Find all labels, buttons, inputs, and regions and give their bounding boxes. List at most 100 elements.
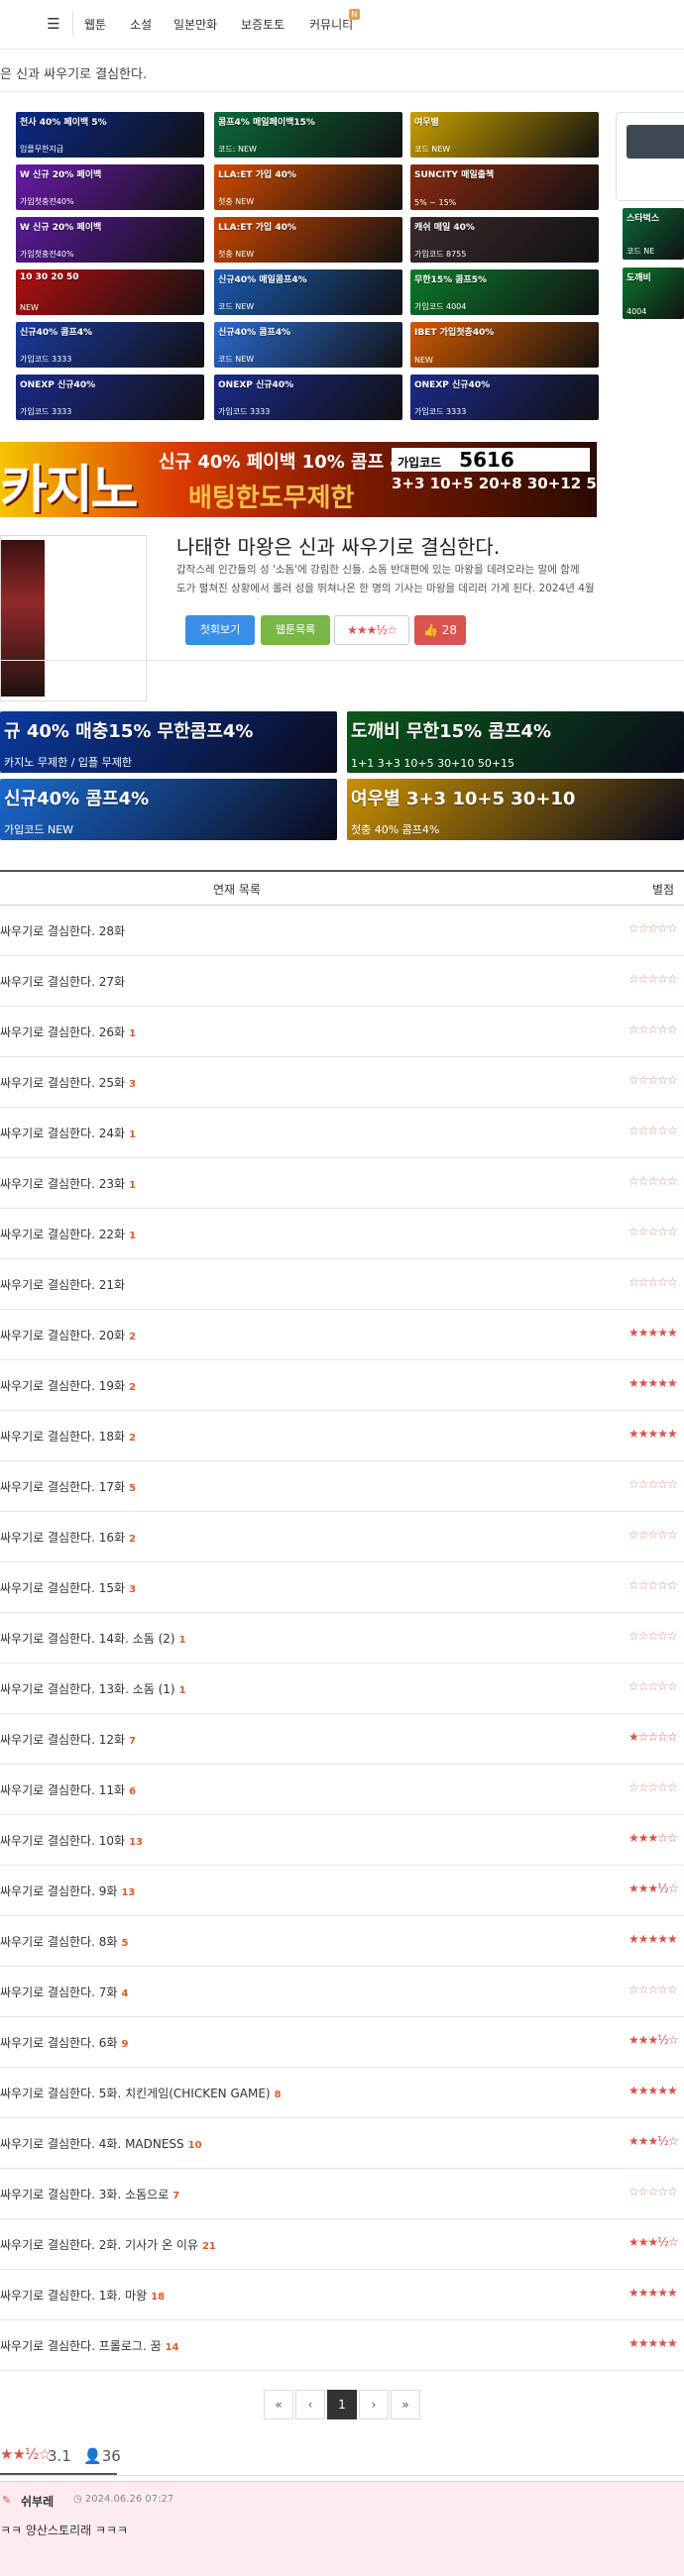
mid-promo-banner[interactable]: 규 40% 매충15% 무한콤프4% 카지노 무제한 / 입플 무제한: [0, 711, 337, 773]
nav-item-manga[interactable]: 일본만화: [173, 0, 217, 50]
promo-banner[interactable]: IBET 가입첫충40% NEW: [410, 322, 599, 368]
episode-row[interactable]: 싸우기로 결심한다. 3화. 소돔으로 7 ☆☆☆☆☆: [0, 2169, 684, 2219]
episode-title[interactable]: 싸우기로 결심한다. 20화 2: [0, 1327, 136, 1343]
promo-banner[interactable]: W 신규 20% 페이백 가입첫충전40%: [16, 164, 204, 210]
promo-banner[interactable]: 천사 40% 페이백 5% 입플무한지급: [16, 112, 204, 158]
promo-banner[interactable]: 여우별 코드 NEW: [410, 112, 599, 158]
episode-title[interactable]: 싸우기로 결심한다. 25화 3: [0, 1074, 136, 1091]
episode-row[interactable]: 싸우기로 결심한다. 25화 3 ☆☆☆☆☆: [0, 1057, 684, 1108]
mid-promo-banner[interactable]: 신규40% 콤프4% 가입코드 NEW: [0, 779, 337, 840]
promo-banner[interactable]: 캐쉬 매일 40% 가입코드 8755: [410, 217, 599, 263]
promo-banner[interactable]: 신규40% 매일콤프4% 코드 NEW: [214, 269, 402, 315]
episode-row[interactable]: 싸우기로 결심한다. 9화 13 ★★★½☆: [0, 1866, 684, 1916]
current-page[interactable]: 1: [327, 2390, 357, 2419]
episode-title[interactable]: 싸우기로 결심한다. 28화: [0, 922, 129, 939]
promo-banner[interactable]: W 신규 20% 페이백 가입첫충전40%: [16, 217, 204, 263]
side-promo-banner[interactable]: 도깨비 4004: [623, 268, 684, 319]
episode-row[interactable]: 싸우기로 결심한다. 7화 4 ☆☆☆☆☆: [0, 1967, 684, 2017]
episode-title[interactable]: 싸우기로 결심한다. 19화 2: [0, 1377, 136, 1394]
episode-title[interactable]: 싸우기로 결심한다. 2화. 기사가 온 이유 21: [0, 2236, 216, 2253]
last-page-button[interactable]: »: [391, 2390, 420, 2419]
webtoon-list-button[interactable]: 웹툰목록: [261, 615, 330, 645]
promo-banner[interactable]: ONEXP 신규40% 가입코드 3333: [410, 375, 599, 420]
promo-banner[interactable]: 신규40% 콤프4% 코드 NEW: [214, 322, 402, 368]
webtoon-cover[interactable]: [0, 535, 147, 701]
episode-title[interactable]: 싸우기로 결심한다. 22화 1: [0, 1226, 136, 1242]
episode-title[interactable]: 싸우기로 결심한다. 16화 2: [0, 1529, 136, 1546]
first-episode-button[interactable]: 첫회보기: [185, 615, 255, 645]
episode-row[interactable]: 싸우기로 결심한다. 24화 1 ☆☆☆☆☆: [0, 1108, 684, 1158]
episode-row[interactable]: 싸우기로 결심한다. 6화 9 ★★★½☆: [0, 2017, 684, 2068]
episode-row[interactable]: 싸우기로 결심한다. 14화. 소돔 (2) 1 ☆☆☆☆☆: [0, 1613, 684, 1664]
promo-banner[interactable]: LLA:ET 가입 40% 첫충 NEW: [214, 164, 402, 210]
like-button[interactable]: 👍 28: [414, 615, 466, 645]
side-promo-banner[interactable]: 스타벅스 코드 NE: [623, 208, 684, 260]
episode-title[interactable]: 싸우기로 결심한다. 14화. 소돔 (2) 1: [0, 1630, 186, 1647]
episode-row[interactable]: 싸우기로 결심한다. 23화 1 ☆☆☆☆☆: [0, 1158, 684, 1209]
episode-row[interactable]: 싸우기로 결심한다. 15화 3 ☆☆☆☆☆: [0, 1562, 684, 1613]
episode-title[interactable]: 싸우기로 결심한다. 9화 13: [0, 1882, 135, 1899]
big-promo-banner[interactable]: 카지노 신규 40% 페이백 10% 콤프 4% 배팅한도무제한 가입코드 561…: [0, 442, 597, 517]
nav-item-webtoon[interactable]: 웹툰: [84, 0, 106, 50]
rating-stars[interactable]: ★★★½☆: [334, 615, 409, 645]
promo-banner[interactable]: ONEXP 신규40% 가입코드 3333: [214, 375, 402, 420]
episode-row[interactable]: 싸우기로 결심한다. 2화. 기사가 온 이유 21 ★★★½☆: [0, 2219, 684, 2270]
nav-item-community[interactable]: 커뮤니티: [309, 0, 353, 50]
episode-row[interactable]: 싸우기로 결심한다. 10화 13 ★★★☆☆: [0, 1815, 684, 1866]
episode-row[interactable]: 싸우기로 결심한다. 26화 1 ☆☆☆☆☆: [0, 1007, 684, 1057]
episode-title[interactable]: 싸우기로 결심한다. 프롤로그. 꿈 14: [0, 2337, 179, 2354]
episode-row[interactable]: 싸우기로 결심한다. 1화. 마왕 18 ★★★★★: [0, 2270, 684, 2320]
episode-row[interactable]: 싸우기로 결심한다. 5화. 치킨게임(CHICKEN GAME) 8 ★★★★★: [0, 2068, 684, 2118]
promo-banner[interactable]: 콤프4% 매일페이백15% 코드: NEW: [214, 112, 402, 158]
episode-title[interactable]: 싸우기로 결심한다. 8화 5: [0, 1933, 128, 1950]
episode-title[interactable]: 싸우기로 결심한다. 1화. 마왕 18: [0, 2287, 165, 2304]
episode-title[interactable]: 싸우기로 결심한다. 27화: [0, 973, 129, 990]
episode-row[interactable]: 싸우기로 결심한다. 28화 ☆☆☆☆☆: [0, 906, 684, 956]
episode-row[interactable]: 싸우기로 결심한다. 19화 2 ★★★★★: [0, 1360, 684, 1411]
episode-row[interactable]: 싸우기로 결심한다. 22화 1 ☆☆☆☆☆: [0, 1209, 684, 1259]
episode-title[interactable]: 싸우기로 결심한다. 6화 9: [0, 2034, 128, 2051]
episode-row[interactable]: 싸우기로 결심한다. 18화 2 ★★★★★: [0, 1411, 684, 1461]
episode-row[interactable]: 싸우기로 결심한다. 17화 5 ☆☆☆☆☆: [0, 1461, 684, 1512]
episode-row[interactable]: 싸우기로 결심한다. 8화 5 ★★★★★: [0, 1916, 684, 1967]
episode-title[interactable]: 싸우기로 결심한다. 4화. MADNESS 10: [0, 2135, 202, 2152]
episode-title[interactable]: 싸우기로 결심한다. 12화 7: [0, 1731, 136, 1748]
mid-promo-banner[interactable]: 여우별 3+3 10+5 30+10 첫충 40% 콤프4%: [347, 779, 684, 840]
episode-title[interactable]: 싸우기로 결심한다. 10화 13: [0, 1832, 143, 1849]
prev-page-button[interactable]: ‹: [295, 2390, 325, 2419]
episode-title[interactable]: 싸우기로 결심한다. 21화: [0, 1276, 129, 1293]
promo-banner[interactable]: 무한15% 콤프5% 가입코드 4004: [410, 269, 599, 315]
episode-row[interactable]: 싸우기로 결심한다. 13화. 소돔 (1) 1 ☆☆☆☆☆: [0, 1664, 684, 1714]
comment-author[interactable]: 쉬부레: [21, 2493, 54, 2510]
episode-title[interactable]: 싸우기로 결심한다. 3화. 소돔으로 7: [0, 2186, 179, 2202]
episode-title[interactable]: 싸우기로 결심한다. 5화. 치킨게임(CHICKEN GAME) 8: [0, 2085, 282, 2101]
episode-title[interactable]: 싸우기로 결심한다. 18화 2: [0, 1428, 136, 1445]
promo-banner[interactable]: SUNCITY 매일출첵 5% ~ 15%: [410, 164, 599, 210]
next-page-button[interactable]: ›: [359, 2390, 389, 2419]
episode-row[interactable]: 싸우기로 결심한다. 12화 7 ★☆☆☆☆: [0, 1714, 684, 1765]
nav-item-toto[interactable]: 보증토토: [241, 0, 285, 50]
first-page-button[interactable]: «: [264, 2390, 293, 2419]
episode-row[interactable]: 싸우기로 결심한다. 27화 ☆☆☆☆☆: [0, 956, 684, 1007]
episode-row[interactable]: 싸우기로 결심한다. 21화 ☆☆☆☆☆: [0, 1259, 684, 1310]
episode-row[interactable]: 싸우기로 결심한다. 16화 2 ☆☆☆☆☆: [0, 1512, 684, 1562]
mid-promo-banner[interactable]: 도깨비 무한15% 콤프4% 1+1 3+3 10+5 30+10 50+15: [347, 711, 684, 773]
episode-title[interactable]: 싸우기로 결심한다. 23화 1: [0, 1175, 136, 1192]
promo-banner[interactable]: 10 30 20 50 NEW: [16, 269, 204, 315]
episode-row[interactable]: 싸우기로 결심한다. 프롤로그. 꿈 14 ★★★★★: [0, 2320, 684, 2371]
episode-title[interactable]: 싸우기로 결심한다. 11화 6: [0, 1781, 136, 1798]
episode-row[interactable]: 싸우기로 결심한다. 11화 6 ☆☆☆☆☆: [0, 1765, 684, 1815]
episode-title[interactable]: 싸우기로 결심한다. 15화 3: [0, 1579, 136, 1596]
promo-banner[interactable]: 신규40% 콤프4% 가입코드 3333: [16, 322, 204, 368]
episode-row[interactable]: 싸우기로 결심한다. 20화 2 ★★★★★: [0, 1310, 684, 1360]
episode-title[interactable]: 싸우기로 결심한다. 26화 1: [0, 1023, 136, 1040]
episode-row[interactable]: 싸우기로 결심한다. 4화. MADNESS 10 ★★★½☆: [0, 2118, 684, 2169]
promo-banner[interactable]: ONEXP 신규40% 가입코드 3333: [16, 375, 204, 420]
episode-title[interactable]: 싸우기로 결심한다. 7화 4: [0, 1984, 128, 2000]
menu-button[interactable]: ☰: [40, 10, 67, 38]
nav-item-novel[interactable]: 소설: [130, 0, 152, 50]
episode-title[interactable]: 싸우기로 결심한다. 17화 5: [0, 1478, 136, 1495]
episode-title[interactable]: 싸우기로 결심한다. 24화 1: [0, 1125, 136, 1141]
promo-banner[interactable]: LLA:ET 가입 40% 첫충 NEW: [214, 217, 402, 263]
episode-title[interactable]: 싸우기로 결심한다. 13화. 소돔 (1) 1: [0, 1680, 186, 1697]
